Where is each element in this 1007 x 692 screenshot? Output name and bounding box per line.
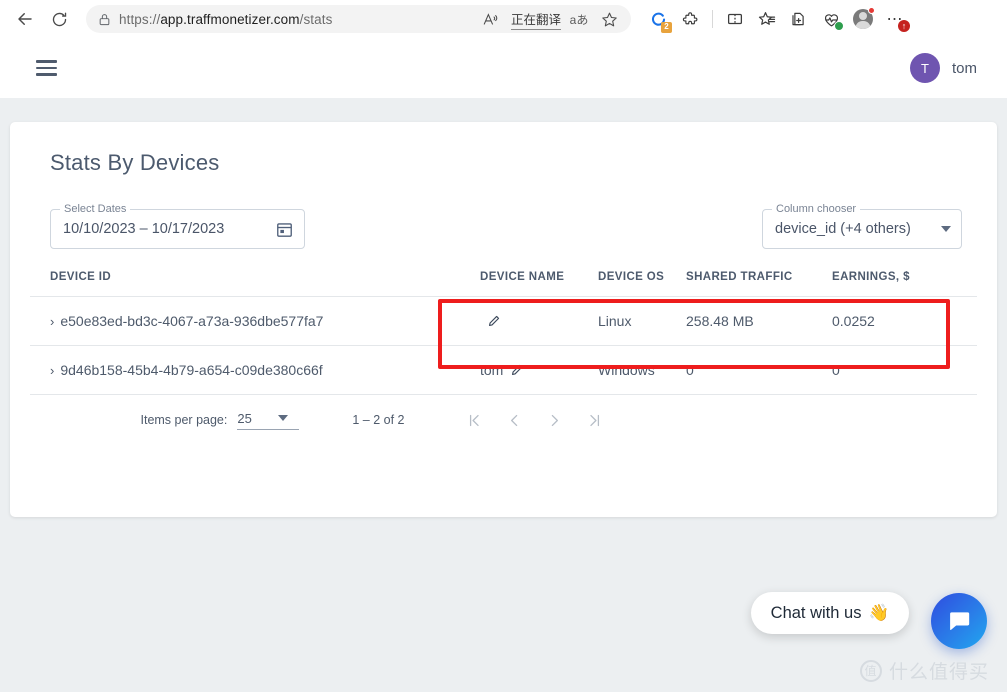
column-header-device-id[interactable]: DEVICE ID [30,271,480,297]
next-page-icon[interactable] [542,408,566,432]
browser-toolbar: https://app.traffmonetizer.com/stats 正在翻… [0,0,1007,38]
device-name-wrapper: tom [480,362,598,378]
hamburger-bar [36,73,57,76]
table-row[interactable]: › 9d46b158-45b4-4b79-a654-c09de380c66f to… [30,346,977,395]
device-name-value: tom [480,362,503,378]
paginator: Items per page: 25 1 – 2 of 2 [30,408,977,432]
update-badge: ↑ [898,20,910,32]
page-title: Stats By Devices [50,150,977,176]
toolbar-divider [712,10,713,28]
cell-device-id[interactable]: › e50e83ed-bd3c-4067-a73a-936dbe577fa7 [30,297,480,346]
chat-bubble-icon [946,608,972,634]
filter-bar: Select Dates 10/10/2023 – 10/17/2023 Col… [30,209,977,249]
profile-alert-dot [868,7,875,14]
user-name: tom [952,60,977,77]
cell-earnings: 0.0252 [832,297,977,346]
watermark-logo: 值 [860,660,882,682]
previous-page-icon[interactable] [502,408,526,432]
browser-extension-toolbar: 2 [643,4,910,34]
date-range-value: 10/10/2023 – 10/17/2023 [63,221,224,237]
expand-row-icon[interactable]: › [50,314,54,329]
chat-launcher-button[interactable] [931,593,987,649]
stats-card: Stats By Devices Select Dates 10/10/2023… [10,122,997,517]
column-chooser-value: device_id (+4 others) [775,221,911,237]
cell-device-os: Linux [598,297,686,346]
watermark-text: 什么值得买 [889,657,989,684]
copilot-icon[interactable]: 2 [643,4,673,34]
chevron-down-icon[interactable] [941,226,951,232]
essentials-status-badge [834,21,844,31]
app-header: T tom [0,38,1007,98]
device-id-value: e50e83ed-bd3c-4067-a73a-936dbe577fa7 [60,313,323,329]
table-body: › e50e83ed-bd3c-4067-a73a-936dbe577fa7 [30,297,977,395]
collections-icon[interactable] [752,4,782,34]
hamburger-bar [36,60,57,63]
cell-shared-traffic: 0 [686,346,832,395]
split-screen-icon[interactable] [720,4,750,34]
column-chooser-field[interactable]: Column chooser device_id (+4 others) [762,209,962,249]
column-header-shared-traffic[interactable]: SHARED TRAFFIC [686,271,832,297]
url-host: app.traffmonetizer.com [160,12,299,27]
hamburger-menu-icon[interactable] [36,60,57,76]
chat-prompt-pill[interactable]: Chat with us 👋 [751,592,909,634]
copilot-badge: 2 [661,22,672,33]
device-name-wrapper [480,314,598,328]
cell-earnings: 0 [832,346,977,395]
browser-essentials-icon[interactable] [816,4,846,34]
cell-device-os: Windows [598,346,686,395]
back-button[interactable] [8,4,42,34]
read-aloud-icon[interactable] [479,7,503,31]
page-body: Stats By Devices Select Dates 10/10/2023… [0,98,1007,692]
hamburger-bar [36,67,57,70]
star-icon[interactable] [597,7,621,31]
pencil-icon[interactable] [510,363,524,377]
url-text[interactable]: https://app.traffmonetizer.com/stats [119,12,471,27]
avatar: T [910,53,940,83]
column-chooser-label: Column chooser [772,203,860,215]
date-range-field[interactable]: Select Dates 10/10/2023 – 10/17/2023 [50,209,305,249]
column-header-earnings[interactable]: EARNINGS, $ [832,271,977,297]
expand-row-icon[interactable]: › [50,363,54,378]
cell-device-name[interactable] [480,297,598,346]
lock-icon[interactable] [98,13,111,26]
watermark: 值 什么值得买 [860,657,989,684]
add-tab-group-icon[interactable] [784,4,814,34]
translate-icon[interactable]: aあ [569,7,589,31]
profile-avatar-icon[interactable] [848,4,878,34]
pencil-icon[interactable] [487,314,501,328]
chat-prompt-text: Chat with us [771,604,862,623]
table-header-row: DEVICE ID DEVICE NAME DEVICE OS SHARED T… [30,271,977,297]
calendar-icon[interactable] [275,220,294,239]
items-per-page-select[interactable]: 25 [237,411,299,430]
extensions-icon[interactable] [675,4,705,34]
items-per-page-value: 25 [237,411,251,426]
device-id-value: 9d46b158-45b4-4b79-a654-c09de380c66f [60,362,322,378]
chevron-down-icon[interactable] [278,415,288,421]
user-menu[interactable]: T tom [910,53,977,83]
column-header-device-os[interactable]: DEVICE OS [598,271,686,297]
table-row[interactable]: › e50e83ed-bd3c-4067-a73a-936dbe577fa7 [30,297,977,346]
translate-status[interactable]: 正在翻译 [511,9,561,30]
devices-table: DEVICE ID DEVICE NAME DEVICE OS SHARED T… [30,271,977,395]
url-prefix: https:// [119,12,160,27]
items-per-page-label: Items per page: [141,413,228,427]
last-page-icon[interactable] [582,408,606,432]
date-range-label: Select Dates [60,203,130,215]
cell-shared-traffic: 258.48 MB [686,297,832,346]
page-range-label: 1 – 2 of 2 [352,413,404,427]
table-header: DEVICE ID DEVICE NAME DEVICE OS SHARED T… [30,271,977,297]
more-settings-icon[interactable]: ⋯ ↑ [880,4,910,34]
cell-device-id[interactable]: › 9d46b158-45b4-4b79-a654-c09de380c66f [30,346,480,395]
pagination-controls [462,408,606,432]
address-bar[interactable]: https://app.traffmonetizer.com/stats 正在翻… [86,5,631,33]
first-page-icon[interactable] [462,408,486,432]
column-header-device-name[interactable]: DEVICE NAME [480,271,598,297]
cell-device-name[interactable]: tom [480,346,598,395]
url-path: /stats [300,12,333,27]
reload-button[interactable] [42,4,76,34]
waving-hand-icon: 👋 [868,604,889,623]
